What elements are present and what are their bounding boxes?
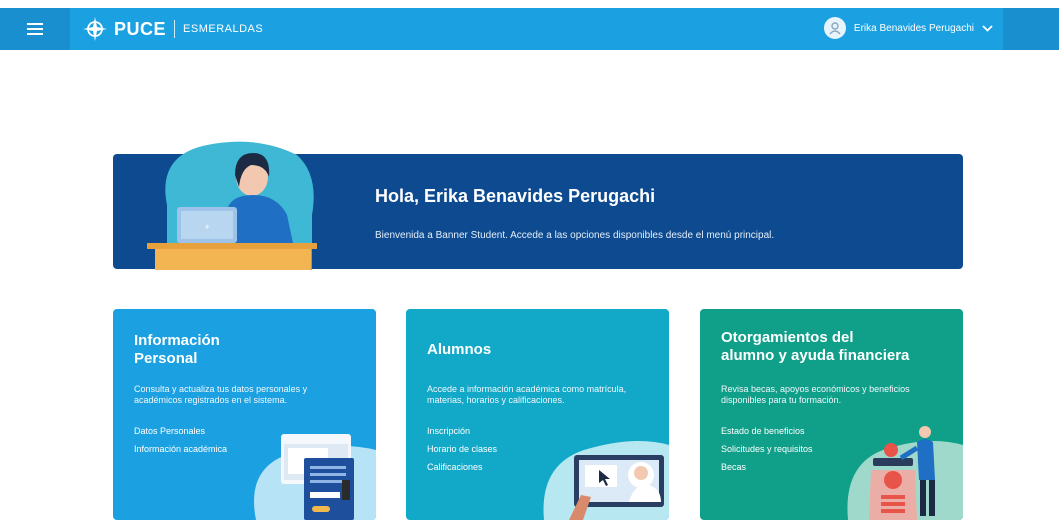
link-horario-de-clases[interactable]: Horario de clases bbox=[427, 440, 497, 458]
documents-illustration bbox=[254, 434, 376, 520]
user-menu[interactable]: Erika Benavides Perugachi bbox=[823, 17, 993, 39]
chevron-down-icon bbox=[982, 24, 993, 32]
card-description: Accede a información académica como matr… bbox=[427, 384, 627, 405]
topbar-right-block bbox=[1003, 8, 1059, 50]
menu-button[interactable] bbox=[0, 8, 70, 50]
logo-divider bbox=[174, 20, 176, 38]
welcome-title: Hola, Erika Benavides Perugachi bbox=[375, 186, 656, 206]
compass-logo-icon bbox=[83, 17, 107, 41]
welcome-subtitle: Bienvenida a Banner Student. Accede a la… bbox=[375, 230, 775, 241]
puce-logo[interactable]: PUCE ESMERALDAS bbox=[82, 16, 263, 42]
avatar bbox=[823, 17, 846, 39]
card-description: Revisa becas, apoyos económicos y benefi… bbox=[721, 384, 910, 405]
link-solicitudes-y-requisitos[interactable]: Solicitudes y requisitos bbox=[721, 440, 813, 458]
card-title-line2: Personal bbox=[134, 350, 198, 367]
link-informacion-academica[interactable]: Información académica bbox=[134, 440, 227, 458]
savings-jar-illustration bbox=[847, 426, 963, 520]
card-links: Estado de beneficios Solicitudes y requi… bbox=[721, 422, 813, 476]
logo-text: PUCE bbox=[114, 18, 167, 39]
top-bar: PUCE ESMERALDAS Erika Benavides Perugach… bbox=[0, 8, 1059, 50]
card-title: Alumnos bbox=[427, 341, 492, 358]
student-laptop-illustration: + bbox=[147, 141, 317, 270]
card-title-line1: Otorgamientos del bbox=[721, 329, 854, 346]
campus-name: ESMERALDAS bbox=[183, 23, 264, 35]
card-alumnos: Alumnos Accede a información académica c… bbox=[406, 309, 669, 520]
card-links: Inscripción Horario de clases Calificaci… bbox=[427, 422, 497, 476]
user-name: Erika Benavides Perugachi bbox=[853, 22, 974, 34]
svg-text:+: + bbox=[204, 222, 209, 232]
link-becas[interactable]: Becas bbox=[721, 458, 813, 476]
card-title-line2: alumno y ayuda financiera bbox=[721, 347, 910, 364]
link-calificaciones[interactable]: Calificaciones bbox=[427, 458, 497, 476]
online-class-illustration bbox=[543, 441, 669, 520]
link-estado-de-beneficios[interactable]: Estado de beneficios bbox=[721, 422, 813, 440]
card-financial-aid: Otorgamientos del alumno y ayuda financi… bbox=[700, 309, 963, 520]
link-datos-personales[interactable]: Datos Personales bbox=[134, 422, 227, 440]
card-title-line1: Información bbox=[134, 332, 220, 349]
hamburger-icon bbox=[27, 23, 43, 35]
card-title: Otorgamientos del alumno y ayuda financi… bbox=[721, 329, 909, 365]
user-icon bbox=[829, 22, 841, 35]
card-personal-info: Información Personal Consulta y actualiz… bbox=[113, 309, 376, 520]
link-inscripcion[interactable]: Inscripción bbox=[427, 422, 497, 440]
card-title: Información Personal bbox=[134, 332, 220, 368]
card-links: Datos Personales Información académica bbox=[134, 422, 227, 458]
card-description: Consulta y actualiza tus datos personale… bbox=[134, 384, 308, 405]
